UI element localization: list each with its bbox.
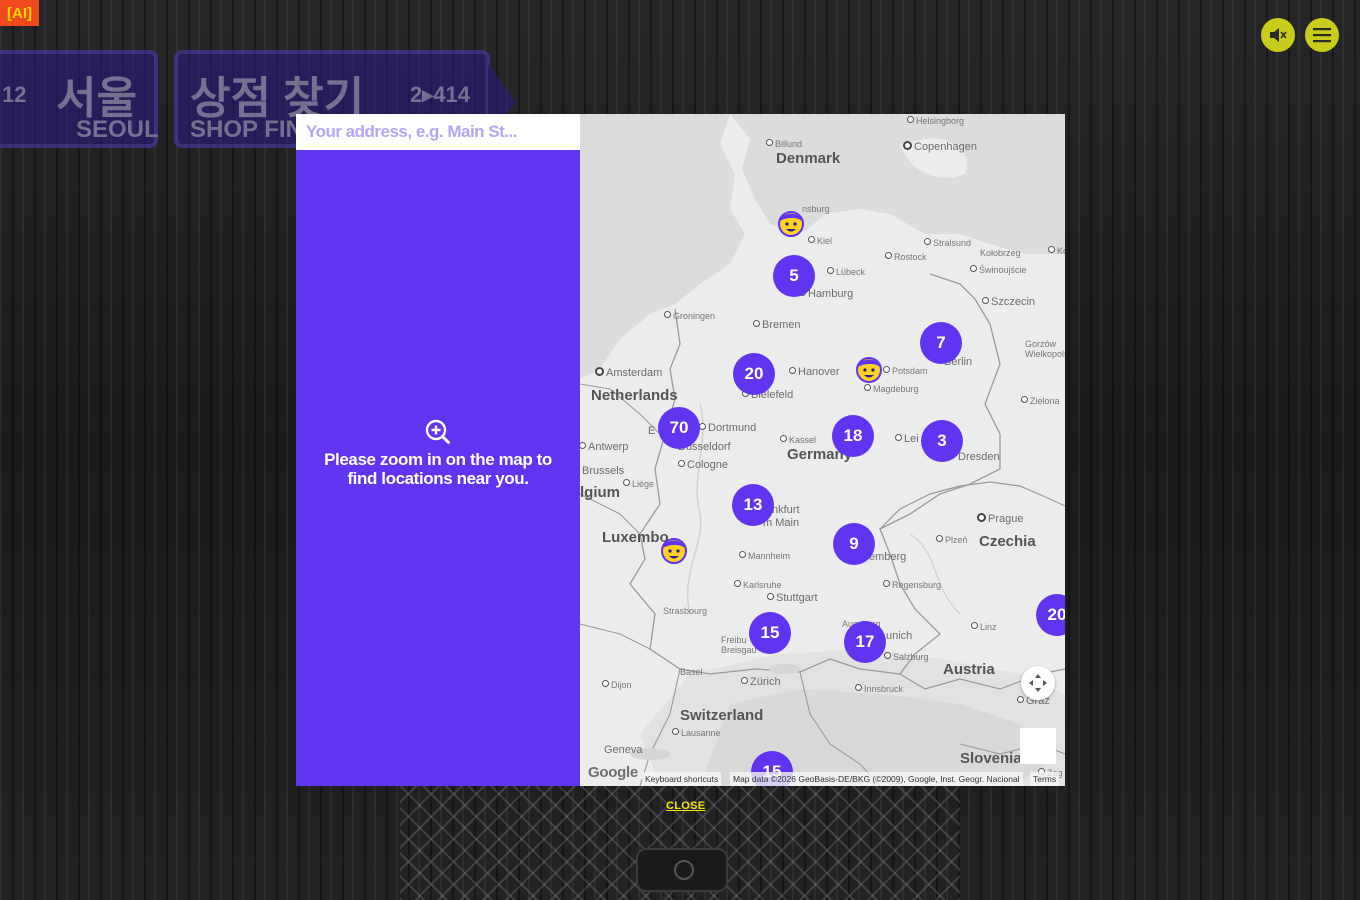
location-cluster[interactable]: 3 [921, 420, 963, 462]
sign-english: SEOUL [76, 116, 159, 143]
google-logo: Google [588, 764, 638, 781]
zoom-in-message: Please zoom in on the map to find locati… [296, 418, 580, 488]
locations-panel: Please zoom in on the map to find locati… [296, 114, 580, 786]
city-label: Szczecin [982, 296, 1035, 308]
city-label: Dresden [958, 451, 1000, 463]
city-label: Brussels [582, 465, 625, 477]
city-label: Groningen [664, 310, 715, 322]
city-label: Dijon [602, 679, 632, 691]
location-cluster[interactable]: 15 [749, 612, 791, 654]
city-label: unich [886, 630, 913, 642]
city-label: Innsbruck [855, 683, 903, 695]
store-locator-modal: Please zoom in on the map to find locati… [296, 114, 1065, 786]
location-cluster[interactable]: 5 [773, 255, 815, 297]
country-label: Czechia [979, 533, 1036, 550]
city-label: emberg [869, 551, 907, 563]
city-label: Basel [680, 667, 703, 677]
city-label: Salzburg [884, 651, 929, 663]
city-label: Mannheim [739, 550, 790, 562]
recenter-arrows-icon [1029, 674, 1047, 692]
zoom-message-line-2: find locations near you. [347, 469, 529, 488]
mute-button[interactable] [1261, 18, 1295, 52]
terms-link[interactable]: Terms [1030, 772, 1060, 786]
city-label: Rostock [885, 251, 927, 263]
country-label: Austria [943, 661, 995, 678]
location-cluster[interactable]: 17 [844, 621, 886, 663]
character-face-marker-icon[interactable] [776, 209, 806, 239]
city-label: Świnoujście [970, 264, 1027, 276]
character-face-marker-icon[interactable] [854, 355, 884, 385]
city-label: Ko [1048, 245, 1065, 257]
city-label: Zielona [1021, 395, 1060, 407]
city-label: Linz [971, 621, 997, 633]
city-label: Bremen [753, 319, 801, 331]
city-label: Billund [766, 138, 802, 150]
sign-number: 12 [2, 82, 27, 107]
city-label: nsburg [802, 204, 830, 214]
city-label: Kołobrzeg [980, 248, 1021, 258]
location-cluster[interactable]: 7 [920, 322, 962, 364]
hamburger-menu-icon [1313, 28, 1331, 43]
city-label: Karlsruhe [734, 579, 782, 591]
recenter-button[interactable] [1021, 666, 1055, 700]
city-label: Breisgau [721, 645, 757, 655]
city-label: Plzeň [936, 534, 968, 546]
city-label: Amsterdam [595, 367, 662, 379]
city-label: Lei [895, 433, 919, 445]
country-label: Netherlands [591, 387, 678, 404]
city-label: Hanover [789, 366, 840, 378]
close-button[interactable]: CLOSE [666, 800, 705, 812]
zoom-message-line-1: Please zoom in on the map to [324, 450, 552, 469]
city-label: Kassel [780, 434, 816, 446]
city-label: Gorzów Wielkopolski [1025, 339, 1065, 359]
city-label: Lausanne [672, 727, 721, 739]
country-label: Denmark [776, 150, 841, 167]
speaker-muted-icon [1270, 28, 1287, 42]
ai-badge: [AI] [0, 0, 39, 26]
city-label: Kiel [808, 235, 832, 247]
keyboard-shortcuts-link[interactable]: Keyboard shortcuts [642, 772, 722, 786]
zoom-in-icon [425, 419, 450, 444]
location-cluster[interactable]: 70 [658, 407, 700, 449]
city-label: Regensburg [883, 579, 941, 591]
location-cluster[interactable]: 20 [733, 353, 775, 395]
city-label: Stuttgart [767, 592, 818, 604]
country-label: Slovenia [960, 750, 1022, 767]
background-handle [636, 848, 728, 892]
sign-number: 2▸414 [410, 82, 470, 107]
city-label: Cologne [678, 459, 728, 471]
city-label: Geneva [604, 744, 643, 756]
city-label: Strasbourg [663, 606, 708, 616]
city-label: Lübeck [827, 266, 865, 278]
city-label: E [648, 425, 656, 437]
city-label: nkfurt [772, 504, 800, 516]
location-cluster[interactable]: 13 [732, 484, 774, 526]
location-cluster[interactable]: 18 [832, 415, 874, 457]
city-label: Prague [977, 513, 1023, 525]
country-label: lgium [580, 484, 620, 501]
street-sign-seoul: 12 서울 SEOUL [0, 50, 159, 148]
address-search-input[interactable] [296, 114, 580, 150]
city-label: Dortmund [699, 422, 756, 434]
map-data-attribution: Map data ©2026 GeoBasis-DE/BKG (©2009), … [730, 772, 1023, 786]
city-label: Potsdam [883, 365, 928, 377]
map-view[interactable]: Denmark Netherlands lgium Germany Czechi… [580, 114, 1065, 786]
city-label: Helsingborg [907, 115, 964, 127]
character-face-marker-icon[interactable] [659, 536, 689, 566]
map-control-square[interactable] [1020, 728, 1056, 764]
country-label: Switzerland [680, 707, 764, 724]
city-label: Copenhagen [903, 141, 977, 153]
location-cluster[interactable]: 9 [833, 523, 875, 565]
city-label: Zürich [741, 676, 781, 688]
city-label: Stralsund [924, 237, 971, 249]
city-label: Antwerp [580, 441, 628, 453]
city-label: Liège [623, 478, 654, 490]
menu-button[interactable] [1305, 18, 1339, 52]
